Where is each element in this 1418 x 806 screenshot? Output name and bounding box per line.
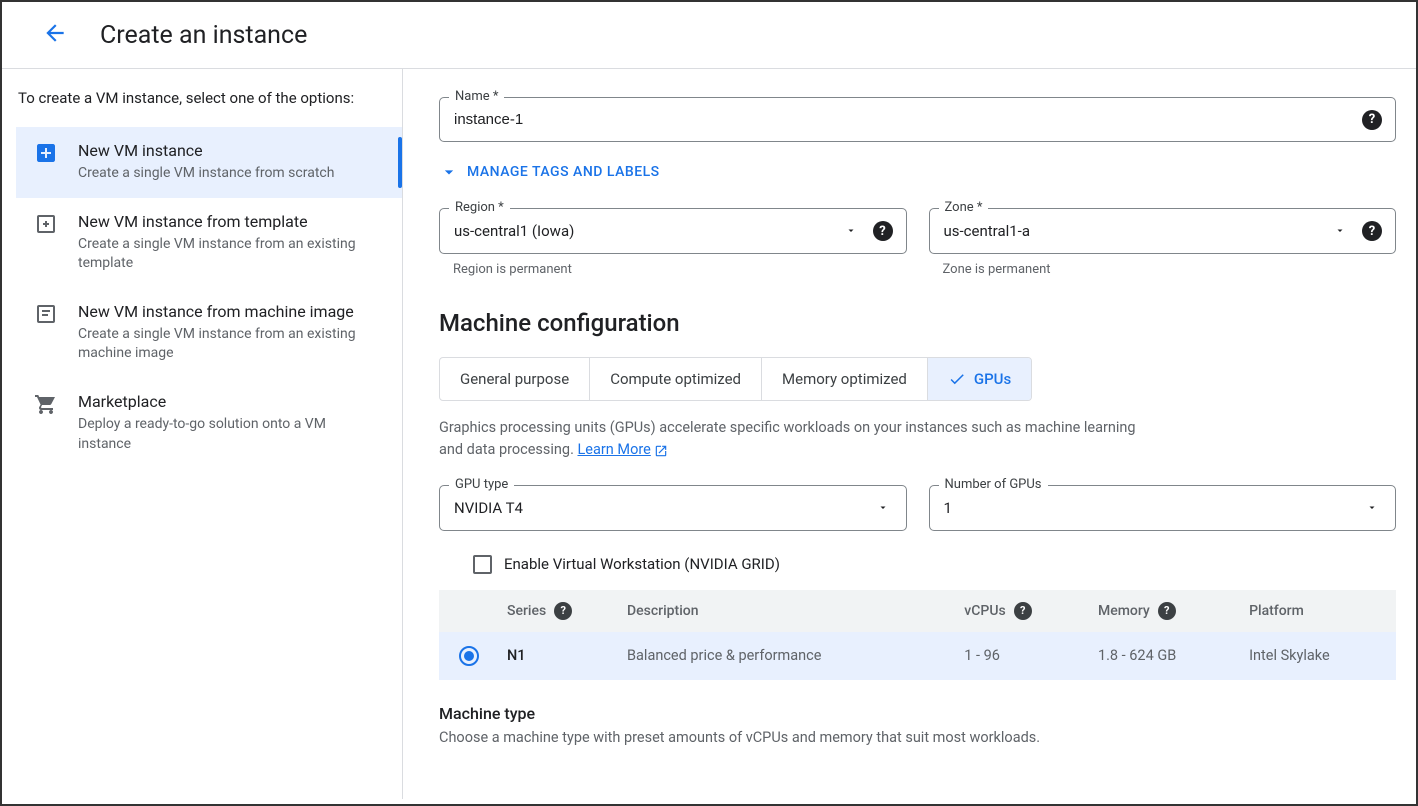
name-field: Name * ? <box>439 97 1396 142</box>
sidebar-item-desc: Create a single VM instance from scratch <box>78 164 384 184</box>
vws-checkbox[interactable] <box>473 555 492 574</box>
sidebar-item-machine-image[interactable]: New VM instance from machine image Creat… <box>16 288 402 378</box>
sidebar-item-desc: Deploy a ready-to-go solution onto a VM … <box>78 415 384 454</box>
machine-type-title: Machine type <box>439 704 1396 723</box>
manage-tags-label: MANAGE TAGS AND LABELS <box>467 164 660 180</box>
series-radio[interactable] <box>459 646 479 666</box>
name-label: Name * <box>449 89 504 104</box>
tab-gpus-label: GPUs <box>974 370 1011 388</box>
page-title: Create an instance <box>100 21 307 50</box>
zone-field: Zone * us-central1-a ? <box>929 208 1397 254</box>
sidebar-item-label: Marketplace <box>78 392 384 411</box>
series-row[interactable]: N1 Balanced price & performance 1 - 96 1… <box>439 632 1396 680</box>
help-icon[interactable]: ? <box>554 602 572 620</box>
vws-checkbox-row: Enable Virtual Workstation (NVIDIA GRID) <box>473 555 1396 574</box>
add-box-icon <box>34 141 58 165</box>
main-content: Name * ? MANAGE TAGS AND LABELS Region *… <box>403 69 1416 799</box>
region-label: Region * <box>449 200 510 215</box>
zone-helper: Zone is permanent <box>943 262 1397 277</box>
sidebar-item-desc: Create a single VM instance from an exis… <box>78 325 384 364</box>
series-table: Series? Description vCPUs? Memory? Platf… <box>439 590 1396 680</box>
back-arrow-icon[interactable] <box>42 20 68 50</box>
tab-general-purpose[interactable]: General purpose <box>440 358 590 400</box>
region-field: Region * us-central1 (Iowa) ? <box>439 208 907 254</box>
sidebar-intro: To create a VM instance, select one of t… <box>16 89 402 107</box>
learn-more-link[interactable]: Learn More <box>578 441 651 458</box>
gpu-description: Graphics processing units (GPUs) acceler… <box>439 417 1139 461</box>
gpu-type-field: GPU type NVIDIA T4 <box>439 485 907 531</box>
help-icon[interactable]: ? <box>1014 602 1032 620</box>
gpu-count-label: Number of GPUs <box>939 477 1048 492</box>
sidebar-item-marketplace[interactable]: Marketplace Deploy a ready-to-go solutio… <box>16 378 402 468</box>
cart-icon <box>34 392 58 416</box>
tab-gpus[interactable]: GPUs <box>928 358 1031 400</box>
sidebar-item-template[interactable]: New VM instance from template Create a s… <box>16 198 402 288</box>
help-icon[interactable]: ? <box>1362 110 1382 130</box>
sidebar-item-label: New VM instance from machine image <box>78 302 384 321</box>
tab-compute-optimized[interactable]: Compute optimized <box>590 358 762 400</box>
machine-type-desc: Choose a machine type with preset amount… <box>439 729 1396 746</box>
gpu-count-field: Number of GPUs 1 <box>929 485 1397 531</box>
external-link-icon <box>654 443 668 457</box>
help-icon[interactable]: ? <box>873 221 893 241</box>
help-icon[interactable]: ? <box>1158 602 1176 620</box>
machine-image-icon <box>34 302 58 326</box>
sidebar-item-desc: Create a single VM instance from an exis… <box>78 235 384 274</box>
zone-label: Zone * <box>939 200 989 215</box>
vws-label: Enable Virtual Workstation (NVIDIA GRID) <box>504 555 780 573</box>
page-header: Create an instance <box>2 2 1416 69</box>
sidebar-item-label: New VM instance <box>78 141 384 160</box>
template-icon <box>34 212 58 236</box>
gpu-type-label: GPU type <box>449 477 514 492</box>
machine-family-tabs: General purpose Compute optimized Memory… <box>439 357 1032 401</box>
region-helper: Region is permanent <box>453 262 907 277</box>
check-icon <box>948 370 966 388</box>
sidebar-item-new-vm[interactable]: New VM instance Create a single VM insta… <box>16 127 402 198</box>
zone-select[interactable]: us-central1-a <box>929 208 1397 254</box>
machine-config-title: Machine configuration <box>439 309 1396 337</box>
sidebar: To create a VM instance, select one of t… <box>2 69 403 799</box>
manage-tags-toggle[interactable]: MANAGE TAGS AND LABELS <box>439 162 1396 182</box>
sidebar-item-label: New VM instance from template <box>78 212 384 231</box>
tab-memory-optimized[interactable]: Memory optimized <box>762 358 928 400</box>
name-input[interactable] <box>439 97 1396 142</box>
help-icon[interactable]: ? <box>1362 221 1382 241</box>
